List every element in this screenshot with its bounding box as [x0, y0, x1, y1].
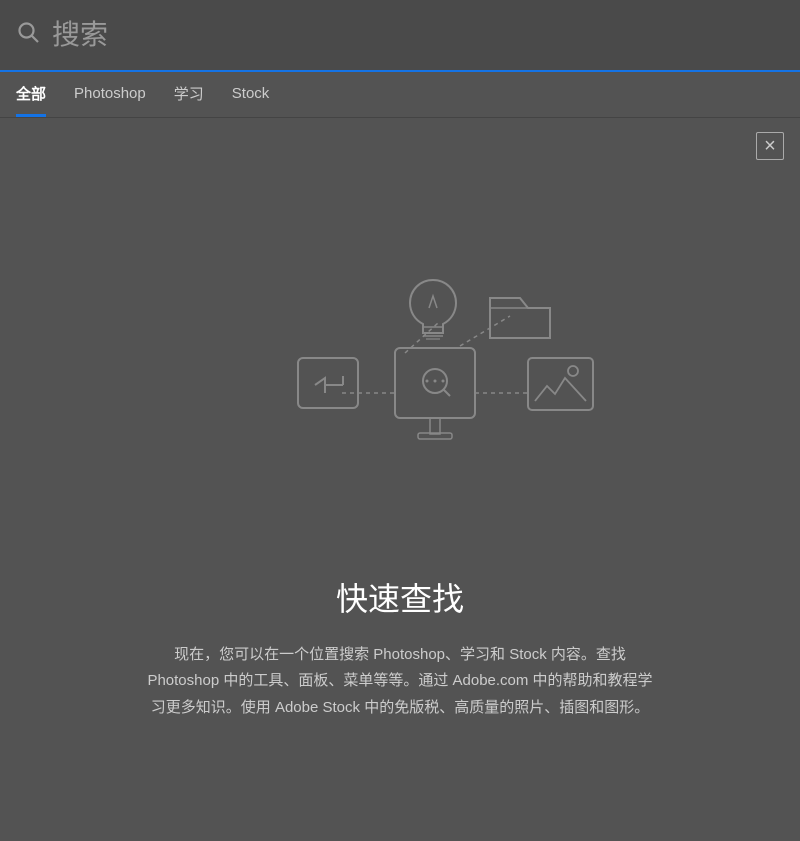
search-icon: [16, 20, 40, 50]
content-area: ×: [0, 118, 800, 841]
close-button[interactable]: ×: [756, 132, 784, 160]
tab-stock[interactable]: Stock: [232, 72, 270, 117]
search-bar: [0, 0, 800, 72]
illustration: [180, 238, 620, 538]
main-description: 现在，您可以在一个位置搜索 Photoshop、学习和 Stock 内容。查找 …: [120, 642, 680, 721]
search-input[interactable]: [52, 19, 784, 51]
tab-photoshop[interactable]: Photoshop: [74, 72, 146, 117]
tabs-bar: 全部 Photoshop 学习 Stock: [0, 72, 800, 118]
tab-learn[interactable]: 学习: [174, 72, 204, 117]
tab-all[interactable]: 全部: [16, 72, 46, 117]
main-title: 快速查找: [336, 574, 464, 620]
